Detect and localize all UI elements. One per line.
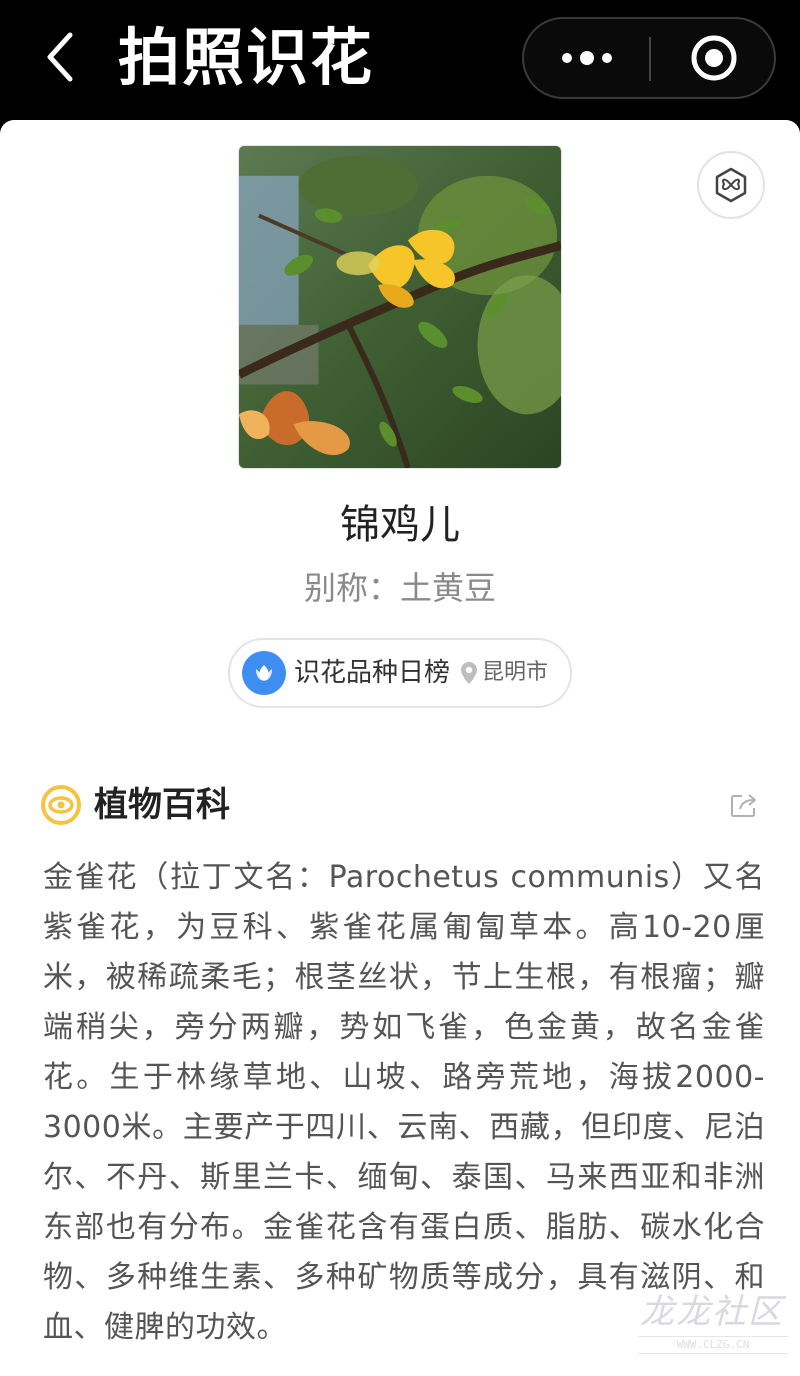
flower-photo[interactable] — [238, 145, 562, 469]
location-pin-icon — [460, 660, 478, 686]
share-button[interactable] — [728, 790, 760, 820]
flower-tag-button[interactable] — [697, 151, 765, 219]
share-icon — [731, 794, 756, 817]
mini-program-capsule — [522, 17, 776, 99]
watermark-url: WWW.CLZG.CN — [638, 1336, 788, 1354]
encyclopedia-title: 植物百科 — [94, 785, 230, 825]
result-card: 锦鸡儿 别称：土黄豆 识花品种日榜 昆明市 植物百科 金雀花（拉丁文名：Paro… — [0, 120, 800, 1376]
ranking-button[interactable]: 识花品种日榜 昆明市 — [228, 638, 572, 708]
more-dots-icon — [561, 51, 612, 65]
flower-alias: 别称：土黄豆 — [303, 569, 496, 607]
capsule-divider — [649, 37, 651, 81]
eye-circle-icon — [41, 785, 81, 825]
encyclopedia-text: 金雀花（拉丁文名：Parochetus communis）又名紫雀花，为豆科、紫… — [43, 860, 765, 1345]
encyclopedia-header: 植物百科 — [40, 780, 760, 830]
watermark-logo: 龙龙社区 WWW.CLZG.CN — [632, 1290, 792, 1370]
flower-tag-icon — [715, 167, 747, 203]
back-button[interactable] — [30, 24, 90, 90]
close-button[interactable] — [653, 19, 774, 97]
more-button[interactable] — [524, 19, 649, 97]
target-circle-icon — [691, 35, 736, 81]
flower-name: 锦鸡儿 — [340, 502, 460, 548]
tulip-logo-icon — [242, 651, 286, 695]
chevron-left-icon — [47, 32, 73, 82]
top-navbar: 拍照识花 — [0, 0, 800, 120]
ranking-city: 昆明市 — [482, 660, 549, 685]
flower-photo-image — [239, 146, 561, 468]
watermark-title: 龙龙社区 — [640, 1292, 784, 1332]
page-title: 拍照识花 — [118, 21, 375, 94]
ranking-label: 识花品种日榜 — [294, 658, 451, 688]
